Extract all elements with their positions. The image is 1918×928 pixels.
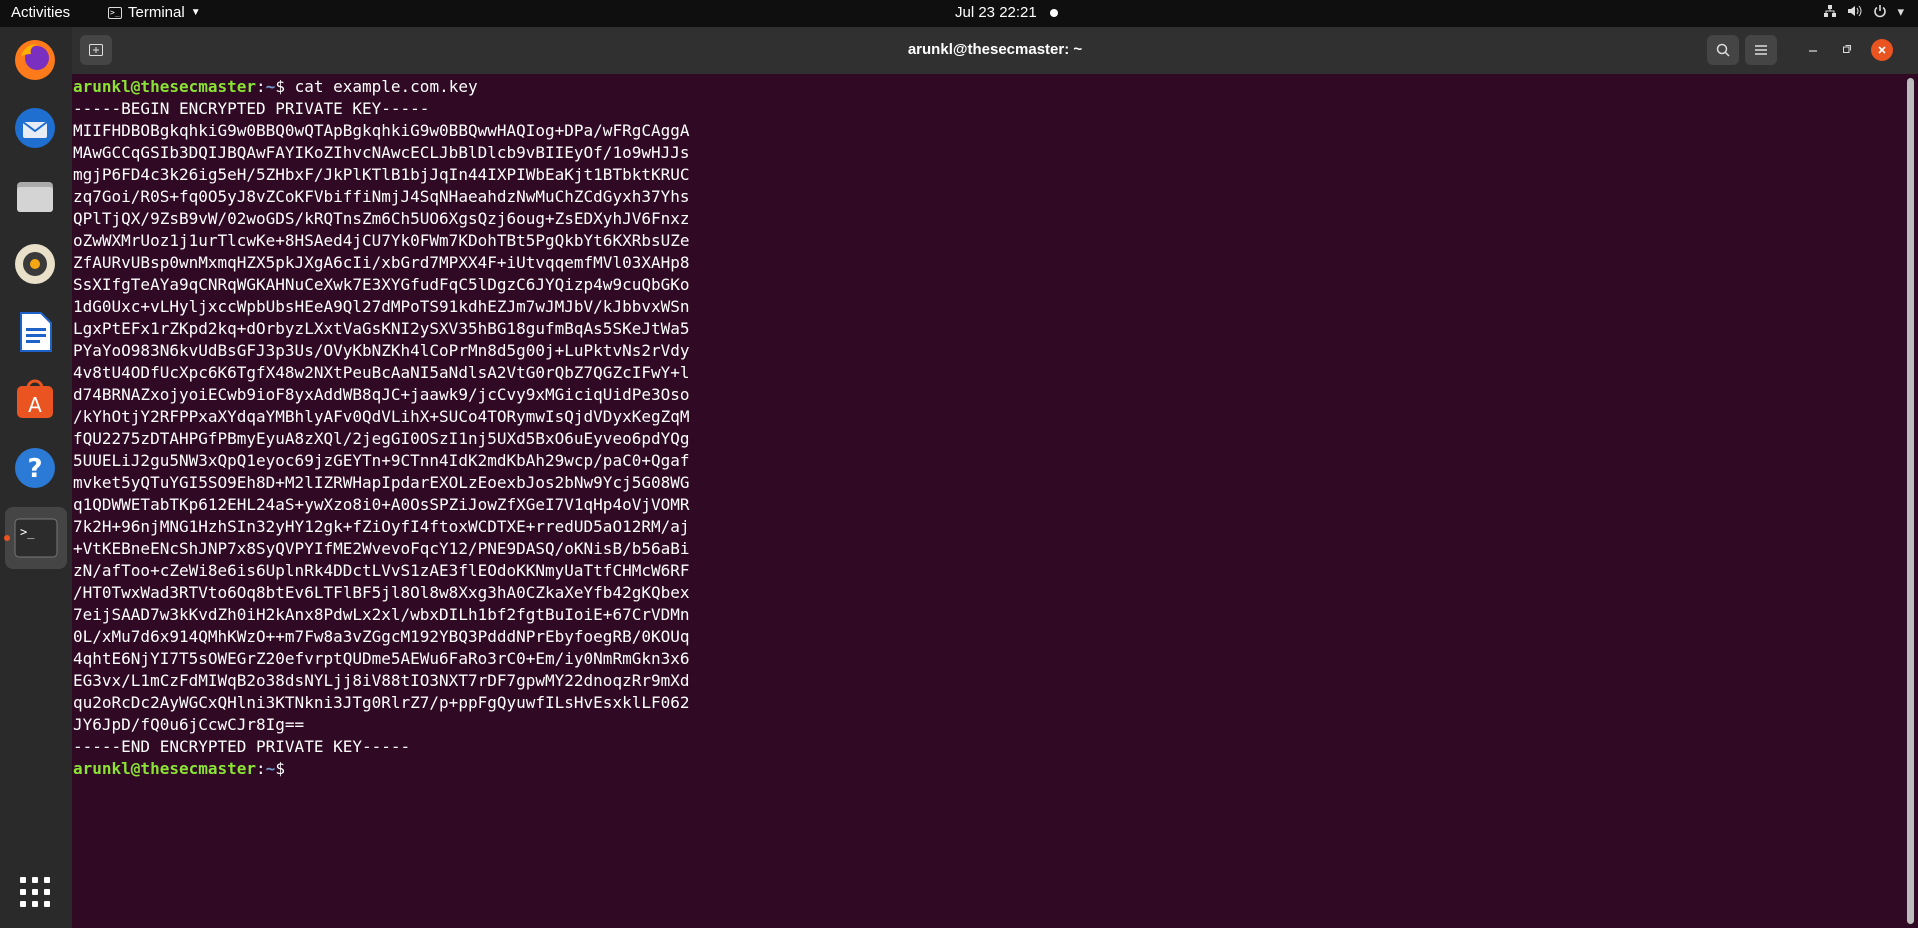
libreoffice-writer-icon [20, 312, 52, 352]
restore-icon [1843, 45, 1851, 53]
app-menu[interactable]: >_ Terminal ▼ [108, 4, 201, 21]
output-line: mvket5yQTuYGI5SO9Eh8D+M2lIZRWHapIpdarEXO… [73, 473, 690, 492]
output-line: 7eijSAAD7w3kKvdZh0iH2kAnx8PdwLx2xl/wbxDI… [73, 605, 690, 624]
prompt-user: arunkl@thesecmaster [73, 759, 257, 778]
app-menu-label: Terminal [128, 4, 185, 21]
dock-help[interactable]: ? [10, 443, 60, 493]
output-line: MAwGCCqGSIb3DQIJBQAwFAYIKoZIhvcNAwcECLJb… [73, 143, 690, 162]
dock-thunderbird[interactable] [10, 103, 60, 153]
prompt-dollar: $ [275, 77, 295, 96]
volume-icon [1847, 4, 1863, 21]
caret-down-icon: ▼ [190, 7, 201, 18]
command-text: cat example.com.key [294, 77, 478, 96]
output-line: 0L/xMu7d6x914QMhKWzO++m7Fw8a3vZGgcM192YB… [73, 627, 690, 646]
output-line: /kYhOtjY2RFPPxaXYdqaYMBhlyAFv0QdVLihX+SU… [73, 407, 690, 426]
thunderbird-icon [15, 108, 55, 148]
close-icon [1878, 46, 1886, 54]
chevron-down-icon: ▾ [1897, 4, 1904, 19]
prompt-path: ~ [265, 759, 276, 778]
output-line: MIIFHDBOBgkqhkiG9w0BBQ0wQTApBgkqhkiG9w0B… [73, 121, 690, 140]
files-icon [17, 182, 53, 212]
maximize-button[interactable] [1842, 41, 1852, 57]
terminal-app-icon: >_ [108, 6, 122, 19]
help-icon: ? [15, 448, 55, 488]
output-line: -----END ENCRYPTED PRIVATE KEY----- [73, 737, 411, 756]
show-apps-icon [20, 877, 50, 907]
output-line: JY6JpD/fQ0u6jCcwCJr8Ig== [73, 715, 305, 734]
minimize-button[interactable] [1808, 41, 1818, 57]
dock-firefox[interactable] [10, 35, 60, 85]
output-line: PYaYoO983N6kvUdBsGFJ3p3Us/OVyKbNZKh4lCoP… [73, 341, 690, 360]
prompt-dollar: $ [275, 759, 295, 778]
current-prompt-line[interactable]: arunkl@thesecmaster:~$ [73, 758, 1903, 780]
search-icon [1716, 43, 1730, 57]
firefox-icon [15, 40, 55, 80]
minimize-icon [1809, 50, 1817, 52]
dock-rhythmbox[interactable] [10, 239, 60, 289]
power-icon [1873, 4, 1887, 21]
rhythmbox-icon [15, 244, 55, 284]
output-line: qu2oRcDc2AyWGCxQHlni3KTNkni3JTg0RlrZ7/p+… [73, 693, 690, 712]
output-line: 4v8tU4ODfUcXpc6K6TgfX48w2NXtPeuBcAaNI5aN… [73, 363, 690, 382]
top-bar: Activities >_ Terminal ▼ Jul 23 22:21 ▾ [0, 0, 1918, 27]
dock: A ? >_ [0, 27, 72, 928]
output-line: mgjP6FD4c3k26ig5eH/5ZHbxF/JkPlKTlB1bjJqI… [73, 165, 690, 184]
command-line: arunkl@thesecmaster:~$ cat example.com.k… [73, 76, 1903, 98]
app-center-icon: A [17, 379, 53, 418]
output-line: EG3vx/L1mCzFdMIWqB2o38dsNYLjj8iV88tIO3NX… [73, 671, 690, 690]
output-line: SsXIfgTeAYa9qCNRqWGKAHNuCeXwk7E3XYGfudFq… [73, 275, 690, 294]
scrollbar[interactable] [1907, 78, 1914, 924]
window-title: arunkl@thesecmaster: ~ [907, 41, 1083, 58]
terminal-output[interactable]: arunkl@thesecmaster:~$ cat example.com.k… [72, 76, 1903, 928]
svg-text:>_: >_ [20, 525, 35, 539]
output-line: +VtKEBneENcShJNP7x8SyQVPYIfME2WvevoFqcY1… [73, 539, 690, 558]
activities-button[interactable]: Activities [11, 4, 70, 21]
dock-writer[interactable] [10, 307, 60, 357]
menu-button[interactable] [1745, 35, 1777, 65]
prompt-separator: : [256, 77, 266, 96]
output-line: zN/afToo+cZeWi8e6is6UplnRk4DDctLVvS1zAE3… [73, 561, 690, 580]
output-line: QPlTjQX/9ZsB9vW/02woGDS/kRQTnsZm6Ch5UO6X… [73, 209, 690, 228]
output-line: oZwWXMrUoz1j1urTlcwKe+8HSAed4jCU7Yk0FWm7… [73, 231, 690, 250]
output-line: zq7Goi/R0S+fq0O5yJ8vZCoKFVbiffiNmjJ4SqNH… [73, 187, 690, 206]
output-line: /HT0TwxWad3RTVto6Oq8btEv6LTFlBF5jl8Ol8w8… [73, 583, 690, 602]
dock-terminal[interactable]: >_ [5, 507, 67, 569]
output-line: 4qhtE6NjYI7T5sOWEGrZ20efvrptQUDme5AEWu6F… [73, 649, 690, 668]
terminal-icon: >_ [14, 518, 58, 558]
terminal-titlebar: arunkl@thesecmaster: ~ [72, 27, 1918, 74]
notification-dot-icon [1050, 9, 1058, 17]
dock-files[interactable] [10, 171, 60, 221]
active-app-indicator [4, 535, 10, 541]
output-line: LgxPtEFx1rZKpd2kq+dOrbyzLXxtVaGsKNI2ySXV… [73, 319, 690, 338]
output-line: q1QDWWETabTKp612EHL24aS+ywXzo8i0+A0OsSPZ… [73, 495, 690, 514]
show-apps-button[interactable] [10, 867, 60, 917]
clock[interactable]: Jul 23 22:21 [955, 4, 1037, 21]
output-line: 7k2H+96njMNG1HzhSIn32yHY12gk+fZiOyfI4fto… [73, 517, 690, 536]
output-line: 1dG0Uxc+vLHyljxccWpbUbsHEeA9Ql27dMPoTS91… [73, 297, 690, 316]
output-line: 5UUELiJ2gu5NW3xQpQ1eyoc69jzGEYTn+9CTnn4I… [73, 451, 690, 470]
network-icon [1823, 4, 1837, 21]
svg-text:?: ? [27, 454, 42, 484]
output-line: d74BRNAZxojyoiECwb9ioF8yxAddWB8qJC+jaawk… [73, 385, 690, 404]
hamburger-menu-icon [1755, 45, 1767, 55]
output-line: -----BEGIN ENCRYPTED PRIVATE KEY----- [73, 99, 430, 118]
output-line: ZfAURvUBsp0wnMxmqHZX5pkJXgA6cIi/xbGrd7MP… [73, 253, 690, 272]
search-button[interactable] [1707, 35, 1739, 65]
prompt-path: ~ [265, 77, 276, 96]
command-output: -----BEGIN ENCRYPTED PRIVATE KEY----- MII… [73, 98, 1903, 758]
dock-app-center[interactable]: A [10, 375, 60, 425]
prompt-separator: : [256, 759, 266, 778]
system-tray[interactable]: ▾ [1823, 4, 1904, 21]
svg-text:A: A [28, 393, 42, 417]
prompt-user: arunkl@thesecmaster [73, 77, 257, 96]
output-line: fQU2275zDTAHPGfPBmyEyuA8zXQl/2jegGI0OSzI… [73, 429, 690, 448]
close-button[interactable] [1871, 39, 1893, 61]
